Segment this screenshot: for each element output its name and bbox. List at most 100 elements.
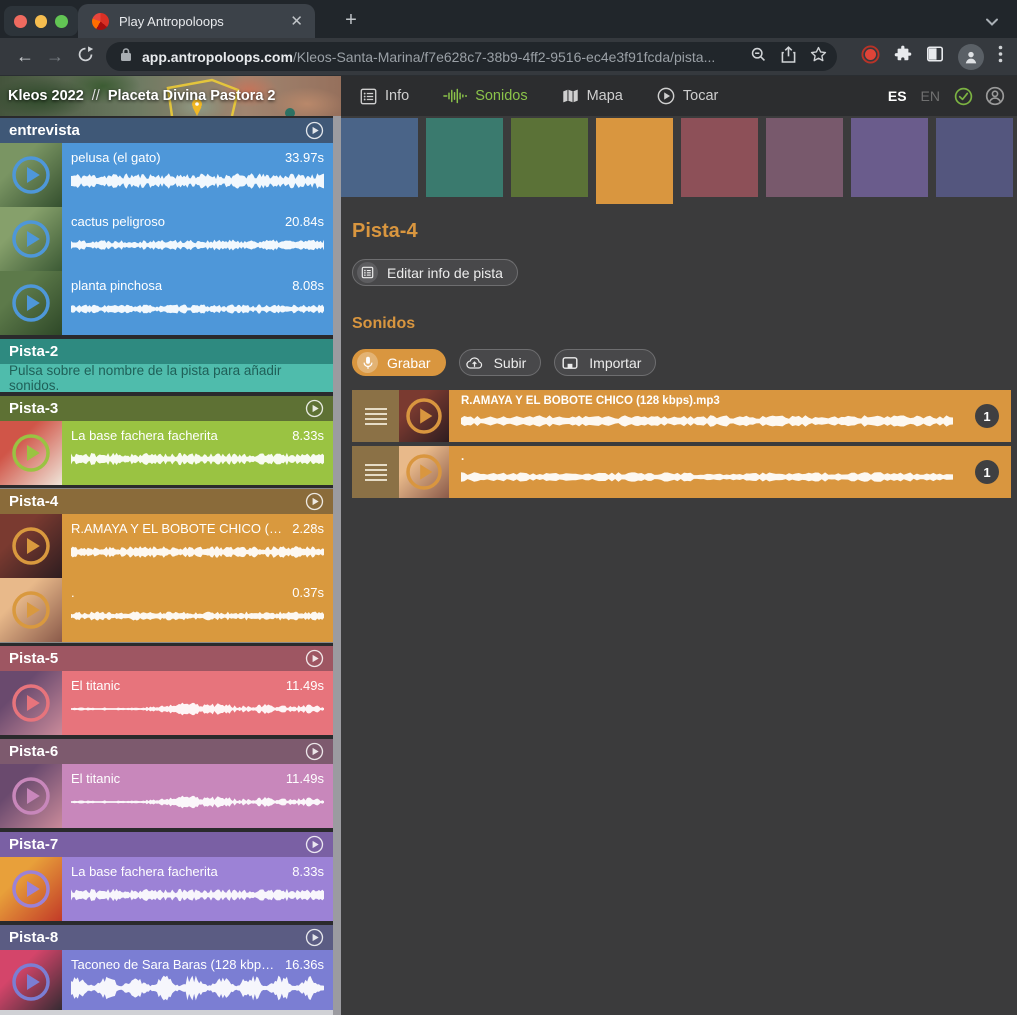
play-icon[interactable] [11,155,51,195]
side-panel-icon[interactable] [926,45,944,68]
waveform[interactable] [71,789,324,815]
play-icon[interactable] [11,433,51,473]
waveform[interactable] [71,539,324,565]
sidebar-sound-row[interactable]: cactus peligroso20.84s [0,207,333,271]
tab-search-chevron-icon[interactable] [985,14,999,32]
sound-thumbnail[interactable] [0,857,62,921]
nav-tab-sonidos[interactable]: Sonidos [443,88,527,104]
sidebar-sound-row[interactable]: La base fachera facherita8.33s [0,421,333,485]
sidebar-sound-row[interactable]: pelusa (el gato)33.97s [0,143,333,207]
nav-tab-mapa[interactable]: Mapa [562,88,623,104]
waveform[interactable] [461,409,953,433]
sound-thumbnail[interactable] [0,421,62,485]
sidebar-sound-row[interactable]: El titanic11.49s [0,764,333,828]
sound-thumbnail[interactable] [0,143,62,207]
play-icon[interactable] [11,219,51,259]
waveform[interactable] [71,975,324,1001]
sidebar-sound-row[interactable]: planta pinchosa8.08s [0,271,333,335]
profile-avatar[interactable] [958,44,984,70]
lock-icon[interactable] [120,47,132,67]
play-icon[interactable] [11,776,51,816]
nav-tab-tocar[interactable]: Tocar [657,87,718,105]
tab-close-icon[interactable]: ✕ [288,12,305,30]
play-icon[interactable] [11,869,51,909]
play-icon[interactable] [11,590,51,630]
play-icon[interactable] [11,283,51,323]
track-play-icon[interactable] [305,742,324,761]
minimize-window-button[interactable] [35,15,48,28]
sidebar-sound-row[interactable]: Taconeo de Sara Baras (128 kbps).mp316.3… [0,950,333,1014]
track-play-icon[interactable] [305,399,324,418]
play-icon[interactable] [405,397,443,435]
track-header[interactable]: Pista-7 [0,832,333,857]
color-swatch-7[interactable] [851,118,928,197]
waveform[interactable] [71,168,324,194]
color-swatch-4[interactable] [596,118,673,204]
play-icon[interactable] [11,962,51,1002]
sound-thumbnail[interactable] [399,390,449,442]
drag-handle[interactable] [352,390,399,442]
browser-menu-icon[interactable] [998,45,1003,68]
share-icon[interactable] [781,46,796,68]
color-swatch-2[interactable] [426,118,503,197]
drag-handle[interactable] [352,446,399,498]
play-icon[interactable] [11,683,51,723]
reload-button[interactable] [70,46,100,68]
track-play-icon[interactable] [305,928,324,947]
browser-tab[interactable]: Play Antropoloops ✕ [78,4,315,38]
track-play-icon[interactable] [305,492,324,511]
new-tab-button[interactable]: + [338,8,364,34]
language-es[interactable]: ES [888,88,907,104]
track-map-photo[interactable]: Kleos 2022 // Placeta Divina Pastora 2 [0,76,341,116]
track-play-icon[interactable] [305,835,324,854]
sound-thumbnail[interactable] [399,446,449,498]
sidebar-scrollbar[interactable] [333,116,341,1015]
color-swatch-8[interactable] [936,118,1013,197]
zoom-window-button[interactable] [55,15,68,28]
sound-thumbnail[interactable] [0,207,62,271]
waveform[interactable] [71,446,324,472]
breadcrumb-project[interactable]: Kleos 2022 [8,88,84,104]
sound-thumbnail[interactable] [0,950,62,1014]
waveform[interactable] [71,882,324,908]
color-swatch-3[interactable] [511,118,588,197]
sound-thumbnail[interactable] [0,671,62,735]
play-icon[interactable] [405,453,443,491]
color-swatch-5[interactable] [681,118,758,197]
track-play-icon[interactable] [305,121,324,140]
record-button[interactable]: Grabar [352,349,446,376]
url-bar[interactable]: app.antropoloops.com/Kleos-Santa-Marina/… [106,42,837,71]
track-header[interactable]: Pista-4 [0,489,333,514]
color-swatch-1[interactable] [341,118,418,197]
waveform[interactable] [71,232,324,258]
back-button[interactable]: ← [10,46,40,67]
bookmark-star-icon[interactable] [810,46,827,68]
waveform[interactable] [71,296,324,322]
import-button[interactable]: Importar [554,349,656,376]
main-sound-row[interactable]: R.AMAYA Y EL BOBOTE CHICO (128 kbps).mp3… [352,390,1011,442]
main-sound-row[interactable]: .1 [352,446,1011,498]
sound-thumbnail[interactable] [0,578,62,642]
track-header[interactable]: Pista-5 [0,646,333,671]
track-header[interactable]: entrevista [0,118,333,143]
sound-thumbnail[interactable] [0,514,62,578]
sound-thumbnail[interactable] [0,271,62,335]
waveform[interactable] [71,603,324,629]
sidebar-sound-row[interactable]: .0.37s [0,578,333,642]
track-header[interactable]: Pista-6 [0,739,333,764]
sidebar-sound-row[interactable]: La base fachera facherita8.33s [0,857,333,921]
language-en[interactable]: EN [921,88,940,104]
edit-track-info-button[interactable]: Editar info de pista [352,259,518,286]
close-window-button[interactable] [14,15,27,28]
recording-indicator-icon[interactable] [861,45,880,69]
zoom-out-icon[interactable] [750,46,767,68]
track-header[interactable]: Pista-3 [0,396,333,421]
play-icon[interactable] [11,526,51,566]
waveform[interactable] [71,696,324,722]
upload-button[interactable]: Subir [459,349,542,376]
extensions-puzzle-icon[interactable] [894,45,912,68]
nav-tab-info[interactable]: Info [360,88,409,105]
account-icon[interactable] [985,86,1005,106]
sidebar-sound-row[interactable]: R.AMAYA Y EL BOBOTE CHICO (128 kbps)....… [0,514,333,578]
waveform[interactable] [461,465,953,489]
